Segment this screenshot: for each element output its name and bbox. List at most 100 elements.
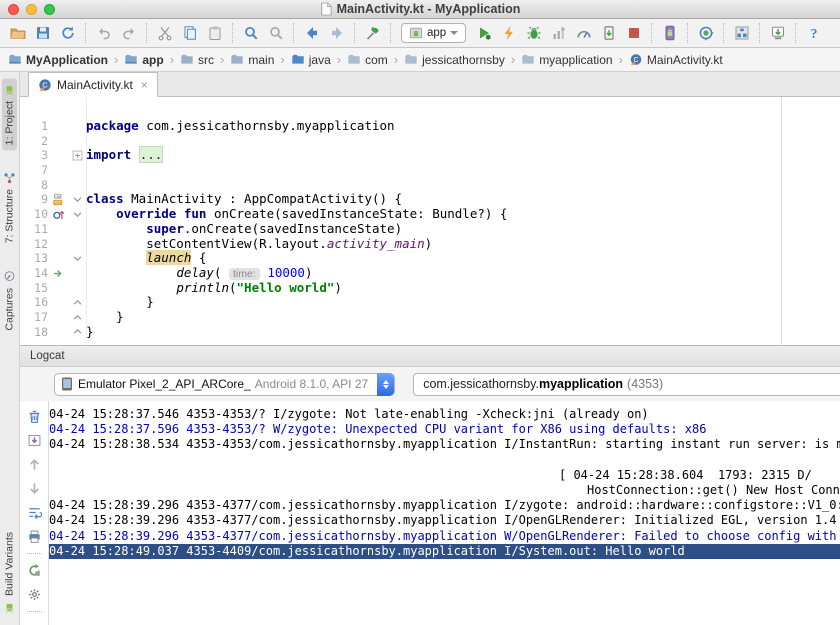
forward-button[interactable] [324,21,349,46]
code-line[interactable]: 1package com.jessicathornsby.myapplicati… [20,119,840,134]
code-line[interactable]: 8 [20,178,840,193]
process-filter-selector[interactable]: com.jessicathornsby.myapplication(4353) [413,373,840,396]
run-button[interactable] [471,21,496,46]
tool-window-button-captures[interactable]: Captures [2,265,17,336]
log-line[interactable]: 04-24 15:28:37.546 4353-4353/? I/zygote:… [49,407,840,422]
run-configuration-select[interactable]: app [401,23,466,43]
breadcrumb-item-src[interactable]: src [180,53,214,67]
profiler-button[interactable] [571,21,596,46]
save-button[interactable] [30,21,55,46]
code-editor[interactable]: 1package com.jessicathornsby.myapplicati… [20,97,840,345]
fold-marker[interactable] [68,192,86,207]
apply-changes-button[interactable] [496,21,521,46]
document-icon [320,2,332,16]
layout-xml-icon[interactable]: <> [52,193,65,206]
print-button[interactable] [26,528,43,545]
breadcrumb-item-com[interactable]: com [347,53,388,67]
breadcrumb-label: java [309,53,331,67]
find-button[interactable] [238,21,263,46]
code-line[interactable]: 11 super.onCreate(savedInstanceState) [20,222,840,237]
logcat-panel-header[interactable]: Logcat [20,345,840,367]
logcat-output[interactable]: 04-24 15:28:37.546 4353-4353/? I/zygote:… [49,401,840,625]
suspend-icon[interactable] [52,267,65,280]
settings-button[interactable] [26,586,43,603]
soft-wrap-button[interactable] [26,504,43,521]
code-text: launch { [86,251,840,266]
gutter [48,148,68,163]
copy-button[interactable] [177,21,202,46]
override-icon[interactable] [52,208,65,221]
breadcrumb-item-java[interactable]: java [291,53,331,67]
tab-mainactivity[interactable]: C MainActivity.kt × [28,72,158,97]
fold-marker[interactable] [68,325,86,340]
breadcrumb-item-jessicathornsby[interactable]: jessicathornsby [404,53,505,67]
open-folder-button[interactable] [5,21,30,46]
log-line[interactable]: HostConnection::get() New Host Conn [49,483,840,498]
fold-marker[interactable] [68,295,86,310]
back-button[interactable] [299,21,324,46]
tool-window-button-7-structure[interactable]: 7: Structure [2,166,17,248]
log-line[interactable]: 04-24 15:28:39.296 4353-4377/com.jessica… [49,529,840,544]
cut-button[interactable] [152,21,177,46]
breadcrumb-item-myapplication[interactable]: myapplication [521,53,612,67]
profile-apk-button[interactable] [596,21,621,46]
sdk-manager-button[interactable] [765,21,790,46]
code-line[interactable]: 17 } [20,310,840,325]
zoom-window-button[interactable] [44,4,55,15]
paste-button[interactable] [202,21,227,46]
breadcrumb-item-app[interactable]: app [124,53,163,67]
restart-button[interactable] [26,562,43,579]
debug-button[interactable] [521,21,546,46]
code-line[interactable]: 9<>class MainActivity : AppCompatActivit… [20,192,840,207]
open-folder-icon [10,25,26,41]
sync-button[interactable] [55,21,80,46]
code-line[interactable]: 14 delay( time: 10000) [20,266,840,281]
find-template-button[interactable] [263,21,288,46]
code-text: override fun onCreate(savedInstanceState… [86,207,840,222]
log-line[interactable]: [ 04-24 15:28:38.604 1793: 2315 D/ [49,468,840,483]
redo-button[interactable] [116,21,141,46]
code-line[interactable]: 18} [20,325,840,340]
log-line[interactable]: 04-24 15:28:39.296 4353-4377/com.jessica… [49,513,840,528]
code-line[interactable]: 7 [20,163,840,178]
fold-marker[interactable] [68,310,86,325]
avd-manager-button[interactable] [657,21,682,46]
trash-button[interactable] [26,408,43,425]
minimize-window-button[interactable] [26,4,37,15]
log-line-selected[interactable]: 04-24 15:28:49.037 4353-4409/com.jessica… [49,544,840,559]
code-line[interactable]: 15 println("Hello world") [20,281,840,296]
code-line[interactable]: 10 override fun onCreate(savedInstanceSt… [20,207,840,222]
gradle-sync-button[interactable] [693,21,718,46]
log-line[interactable]: 04-24 15:28:38.534 4353-4353/com.jessica… [49,437,840,452]
scroll-to-end-button[interactable] [26,432,43,449]
project-structure-button[interactable] [729,21,754,46]
code-line[interactable]: 12 setContentView(R.layout.activity_main… [20,237,840,252]
code-text: } [86,310,840,325]
device-selector[interactable]: Emulator Pixel_2_API_ARCore_ Android 8.1… [54,373,395,396]
undo-button[interactable] [91,21,116,46]
breadcrumb-item-mainactivity-kt[interactable]: CMainActivity.kt [629,53,723,67]
line-number: 9 [20,192,48,207]
tab-close-icon[interactable]: × [141,79,148,91]
tool-window-button-1-project[interactable]: 1: Project [2,78,17,150]
log-line[interactable] [49,453,840,468]
attach-debugger-button[interactable] [546,21,571,46]
device-select-stepper-icon[interactable] [377,373,394,396]
tool-window-button-build-variants[interactable]: Build Variants [2,527,17,619]
breadcrumb-item-myapplication[interactable]: MyApplication [8,53,108,67]
fold-marker[interactable] [68,148,86,163]
fold-marker[interactable] [68,251,86,266]
code-line[interactable]: 16 } [20,295,840,310]
close-window-button[interactable] [8,4,19,15]
down-stack-button[interactable] [26,480,43,497]
code-line[interactable]: 13 launch { [20,251,840,266]
breadcrumb-item-main[interactable]: main [230,53,274,67]
build-hammer-button[interactable] [360,21,385,46]
help-button[interactable]: ? [801,21,826,46]
up-stack-button[interactable] [26,456,43,473]
code-line[interactable]: 3import ... [20,148,840,163]
fold-marker[interactable] [68,207,86,222]
stop-button[interactable] [621,21,646,46]
log-line[interactable]: 04-24 15:28:39.296 4353-4377/com.jessica… [49,498,840,513]
log-line[interactable]: 04-24 15:28:37.596 4353-4353/? W/zygote:… [49,422,840,437]
